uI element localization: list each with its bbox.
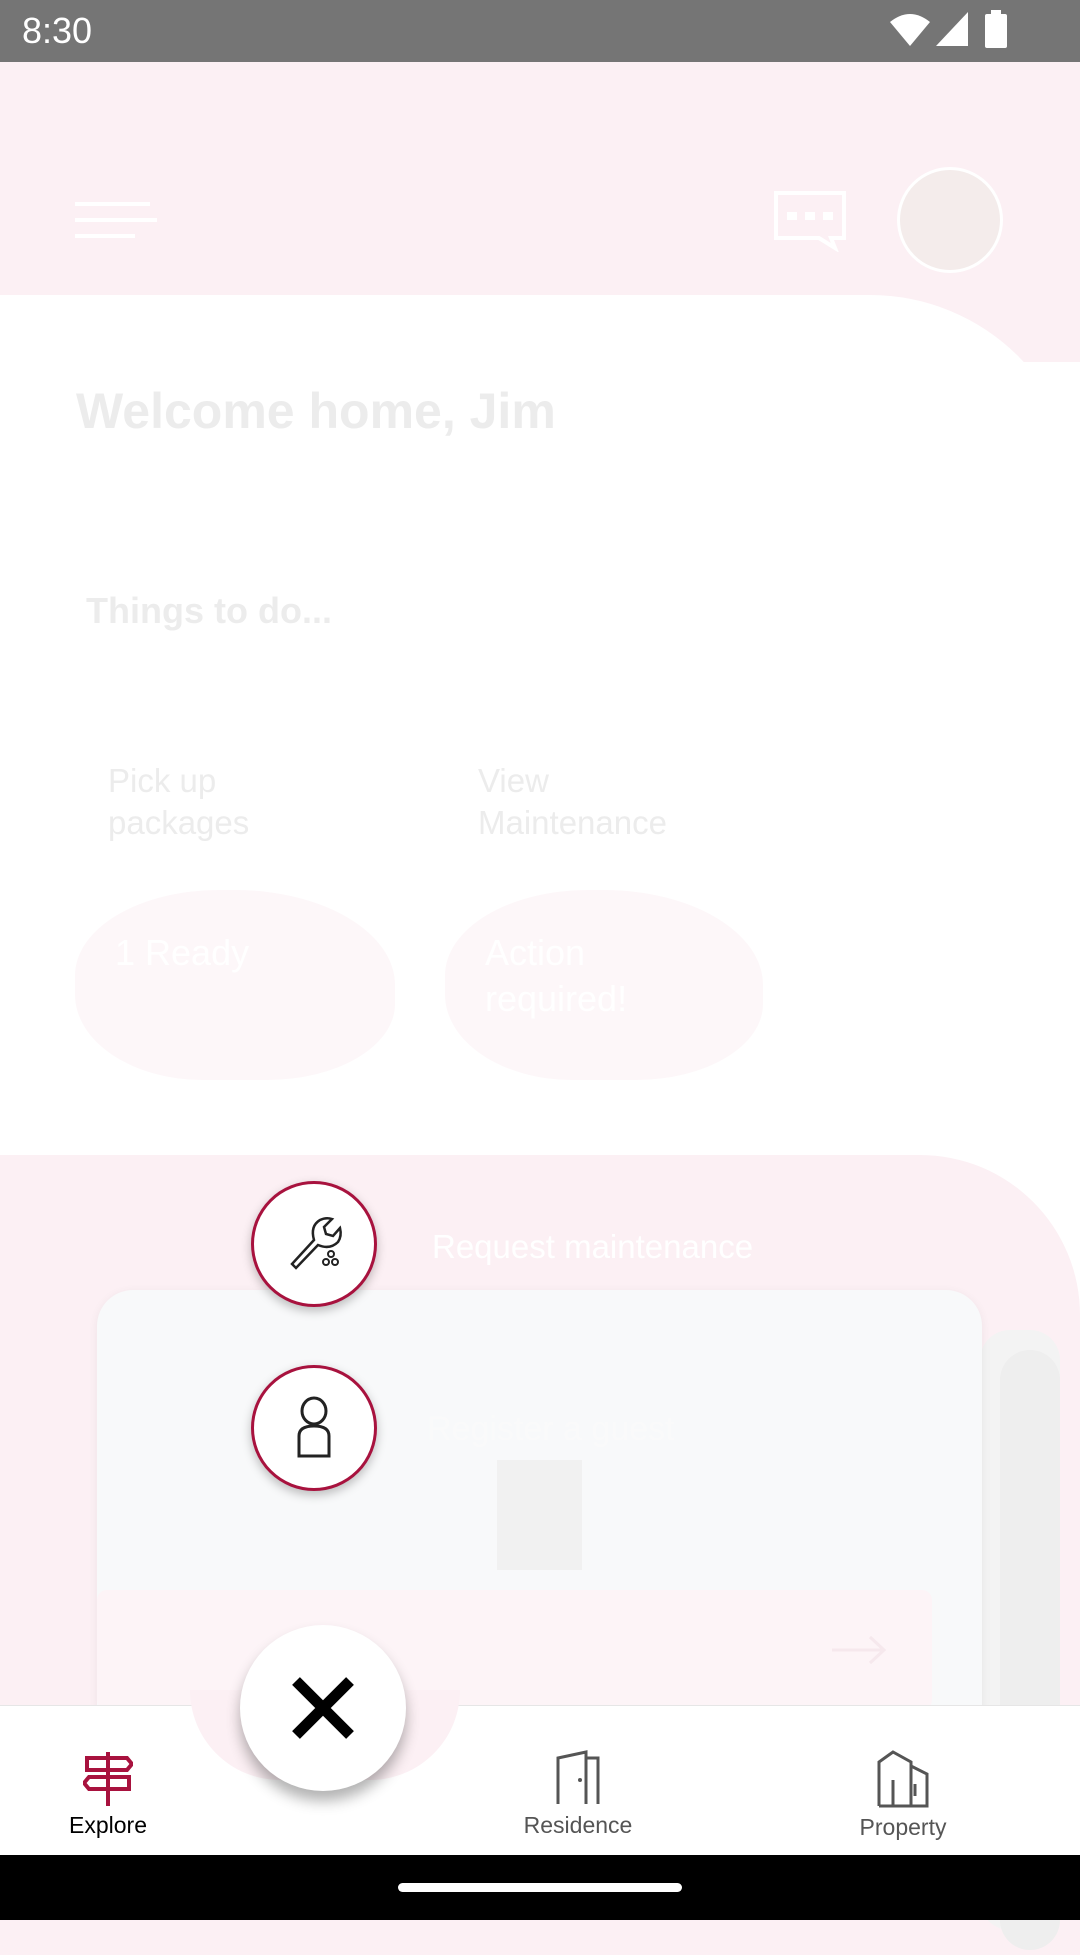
building-icon bbox=[877, 1750, 929, 1808]
maintenance-status-blob[interactable]: Action required! bbox=[445, 890, 763, 1080]
feature-title: Request maintenance bbox=[432, 1228, 754, 1265]
nav-property[interactable]: Property bbox=[803, 1706, 1003, 1856]
chat-icon[interactable] bbox=[773, 190, 847, 252]
bottom-nav: Explore Residence Property bbox=[0, 1705, 1080, 1855]
nav-residence[interactable]: Residence bbox=[478, 1706, 678, 1856]
card-title-maintenance[interactable]: View Maintenance bbox=[478, 760, 718, 844]
welcome-heading: Welcome home, Jim bbox=[76, 383, 556, 439]
maintenance-fab[interactable] bbox=[251, 1181, 377, 1307]
feature-card-subtitle: Register a guest bbox=[427, 1410, 675, 1448]
card-title-packages[interactable]: Pick up packages bbox=[108, 760, 328, 844]
nav-label: Property bbox=[859, 1814, 947, 1840]
arrow-right-icon bbox=[832, 1635, 887, 1665]
close-fab[interactable] bbox=[240, 1625, 406, 1791]
avatar[interactable] bbox=[897, 167, 1003, 273]
wifi-icon bbox=[890, 14, 930, 46]
person-icon bbox=[297, 1396, 331, 1458]
nav-label: Explore bbox=[69, 1812, 147, 1838]
nav-label: Residence bbox=[523, 1812, 633, 1838]
packages-status-blob[interactable]: 1 Ready bbox=[75, 890, 395, 1080]
card-image bbox=[497, 1460, 582, 1570]
status-time: 8:30 bbox=[22, 10, 93, 51]
hamburger-icon[interactable] bbox=[75, 202, 157, 238]
status-bar: 8:30 bbox=[0, 0, 1080, 62]
wrench-icon bbox=[290, 1216, 342, 1270]
maintenance-status: Action required! bbox=[485, 932, 628, 1019]
battery-icon bbox=[985, 10, 1007, 48]
door-icon bbox=[556, 1750, 600, 1804]
close-icon bbox=[292, 1677, 354, 1739]
nav-explore[interactable]: Explore bbox=[8, 1706, 208, 1856]
signpost-icon bbox=[83, 1752, 133, 1806]
signal-icon bbox=[936, 12, 968, 46]
home-gesture-pill[interactable] bbox=[398, 1883, 682, 1892]
guest-fab[interactable] bbox=[251, 1365, 377, 1491]
packages-status: 1 Ready bbox=[115, 932, 250, 973]
feature-card[interactable]: Register a guest bbox=[97, 1290, 982, 1740]
things-to-do-heading: Things to do... bbox=[86, 590, 332, 631]
home-panel: Welcome home, Jim Things to do... Pick u… bbox=[0, 295, 1080, 1195]
